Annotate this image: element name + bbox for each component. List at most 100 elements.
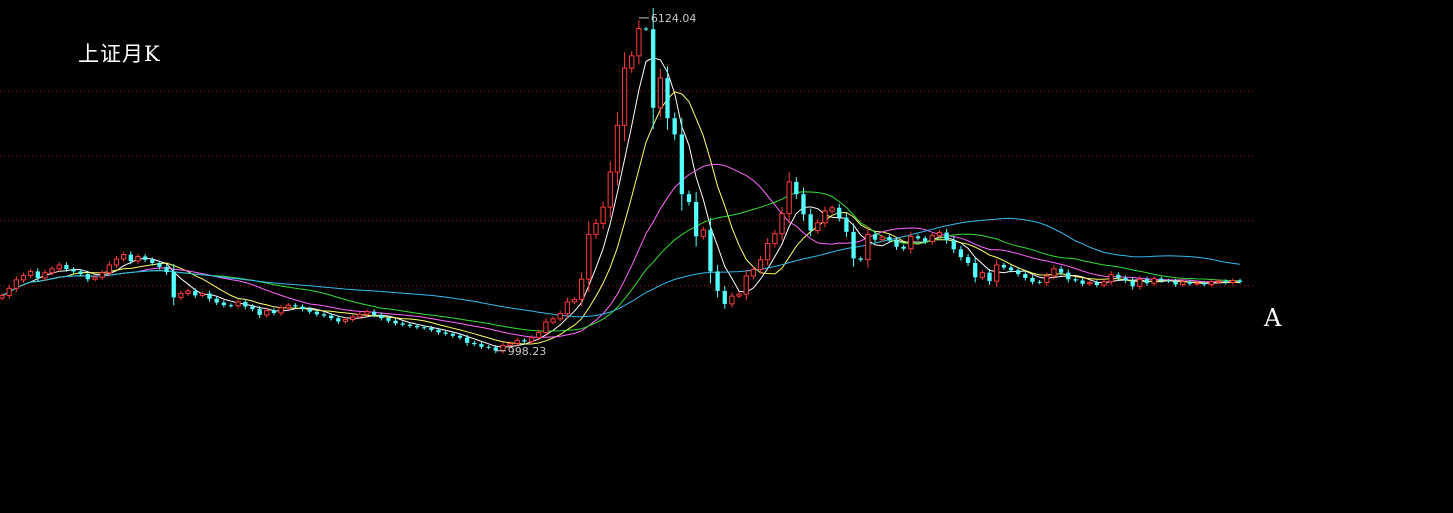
candle-body-up [185,290,191,295]
candle-body-up [528,337,535,343]
candle-body-down [85,274,91,280]
candle [472,340,477,347]
candle [636,20,642,65]
candle-body-down [243,301,248,307]
candle [621,52,628,142]
candle [657,68,664,117]
low-value-label: 998.23 [508,345,547,358]
candle [600,201,606,230]
candle-body-down [393,320,398,324]
candle-body-down [679,134,684,195]
marker-label-a: A [1264,304,1282,332]
candle [1080,278,1085,287]
candle-body-down [78,271,83,275]
candle-body-down [35,271,40,278]
candle [708,217,713,284]
candle [564,297,570,319]
candle-body-up [1194,282,1200,285]
candle-body-up [557,313,563,320]
candle-body-down [1080,280,1085,284]
candle-body-up [1101,281,1107,286]
candle [672,112,677,141]
candle-body-down [250,306,255,310]
candle-body-down [1166,280,1171,282]
candle-body-down [958,249,964,258]
candle-body-down [422,327,427,329]
candle-body-down [493,347,498,351]
candle [607,161,613,218]
candle-body-up [743,275,749,295]
candle [443,330,448,336]
candle-body-down [300,306,305,310]
candle-body-up [278,307,284,314]
extreme-annotations: 6124.04 998.23 [495,12,696,358]
candle [979,269,986,281]
candle [715,264,720,298]
candle-body-up [994,264,1000,282]
candle [765,237,771,266]
candle [772,229,778,248]
candle [243,299,248,310]
candle-body-up [264,309,270,316]
candle [13,276,19,293]
gridlines [0,90,1255,287]
candle-body-up [1208,281,1215,285]
candle-body-up [865,233,871,261]
candle [393,318,398,326]
candle [757,255,764,274]
candle [651,7,656,130]
candle-body-down [221,302,226,306]
candle-body-up [121,254,127,260]
candle-body-down [1030,277,1035,282]
candle-body-down [965,257,971,263]
candle-body-up [815,222,821,232]
candle [901,244,906,251]
candle [221,300,226,308]
candle [142,254,148,263]
candle-body-down [1223,281,1228,283]
candle [557,310,563,322]
candle-body-up [56,264,62,270]
candle-body-down [894,240,899,247]
candle [1151,275,1157,286]
candle-body-down [193,290,198,296]
candle-body-down [915,236,921,239]
candle-body-down [1023,274,1028,278]
candle [929,232,935,245]
candle-body-down [1073,279,1078,281]
candle-body-down [722,290,727,304]
candle-body-down [951,240,956,250]
candle [278,304,284,316]
candle-body-down [64,264,69,270]
candle-body-up [786,181,792,215]
candle-body-up [908,235,914,250]
candle [686,190,692,206]
candle [629,51,635,73]
candle-body-down [429,327,434,330]
candle-body-down [887,237,892,241]
candle-body-up [1108,274,1114,283]
kline-chart: 6124.04 998.23 [0,7,1255,358]
candle-body-up [593,222,599,235]
candle [808,208,813,237]
candle-body-down [150,259,155,263]
candle [350,314,356,322]
candle-body-up [99,272,105,278]
candle-body-down [414,325,420,328]
candle-body-down [329,315,334,319]
candle-body-down [708,229,713,272]
candle-body-down [1001,264,1006,268]
candle-body-up [571,298,578,303]
candle-body-up [135,256,141,262]
candle-body-up [1151,278,1157,284]
candle-body-down [336,318,341,322]
candle-body-down [207,293,212,299]
candle-body-down [794,181,799,195]
candle-body-up [636,28,642,57]
candle-body-down [400,323,405,325]
candle [700,226,706,240]
candle [193,288,198,299]
candle [1073,277,1078,283]
candle-body-down [901,246,906,249]
candle-body-up [772,233,778,245]
